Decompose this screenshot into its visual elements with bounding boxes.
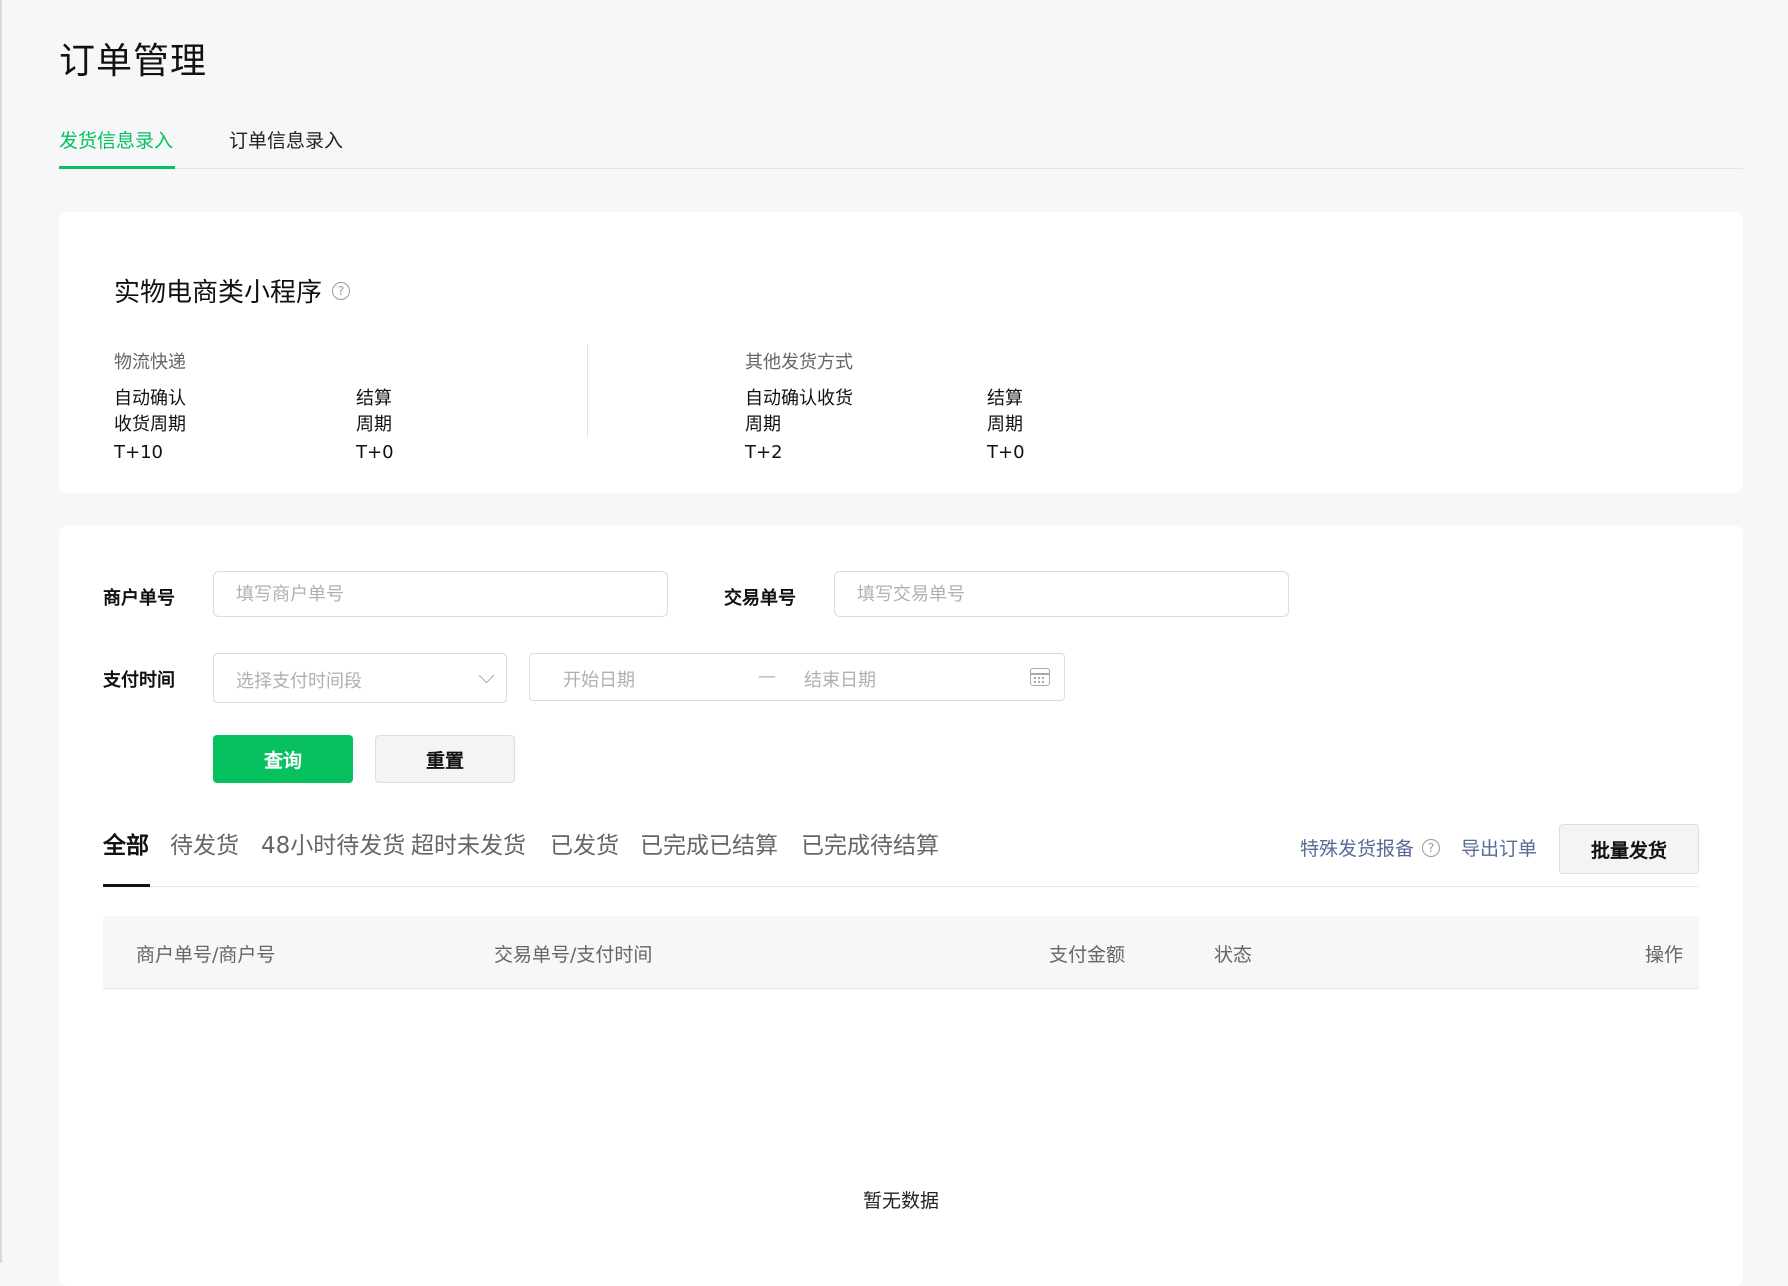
status-tab-shipped[interactable]: 已发货 [550,826,619,860]
metric-value: T+0 [987,442,1025,463]
metric-auto-confirm: 自动确认收货周期 T+2 [745,384,853,463]
metric-label: 结算周期 [356,388,392,435]
metric-label: 自动确认收货周期 [114,388,186,435]
group-label: 物流快递 [114,352,186,373]
status-tab-bar: 全部 待发货 48小时待发货 超时未发货 已发货 已完成已结算 已完成待结算 [103,826,1699,887]
batch-ship-button[interactable]: 批量发货 [1559,824,1699,874]
info-card-title: 实物电商类小程序 ? [114,272,351,309]
question-circle-icon[interactable]: ? [332,281,351,300]
query-button[interactable]: 查询 [213,735,353,783]
group-label: 其他发货方式 [745,352,853,373]
group-other-shipping: 其他发货方式 自动确认收货周期 T+2 结算周期 T+0 [745,348,1025,463]
pay-time-label: 支付时间 [103,670,175,691]
status-tab-completed-settled[interactable]: 已完成已结算 [640,826,778,860]
status-tab-all[interactable]: 全部 [103,826,149,860]
pay-time-select[interactable]: 选择支付时间段 [213,653,507,703]
status-tab-pending[interactable]: 待发货 [170,826,239,860]
metric-value: T+0 [356,442,394,463]
special-report-link[interactable]: 特殊发货报备 ? [1300,834,1441,861]
table-header: 商户单号/商户号 交易单号/支付时间 支付金额 状态 操作 [103,916,1699,989]
merchant-no-label: 商户单号 [103,588,175,609]
active-status-indicator [103,884,150,887]
top-tab-bar: 发货信息录入 订单信息录入 [59,112,1743,169]
status-tab-overdue[interactable]: 超时未发货 [411,826,526,860]
question-circle-icon[interactable]: ? [1422,838,1441,857]
metric-value: T+10 [114,442,163,463]
column-header-amount: 支付金额 [1049,944,1126,966]
start-date-input[interactable]: 开始日期 [563,666,635,692]
trade-no-label: 交易单号 [724,588,796,609]
empty-state-text: 暂无数据 [862,1190,939,1212]
chevron-down-icon [478,667,495,684]
status-tab-48h-pending[interactable]: 48小时待发货 [261,826,405,860]
column-header-actions: 操作 [1645,944,1684,966]
group-logistics: 物流快递 自动确认收货周期 T+10 结算周期 T+0 [114,348,394,463]
page-title: 订单管理 [59,41,208,82]
metric-auto-confirm: 自动确认收货周期 T+10 [114,384,186,463]
export-orders-link[interactable]: 导出订单 [1461,834,1537,861]
date-range-separator: — [758,666,776,687]
tab-order-info-entry[interactable]: 订单信息录入 [229,126,343,153]
end-date-input[interactable]: 结束日期 [804,666,876,692]
metric-label: 自动确认收货周期 [745,388,853,435]
column-header-status: 状态 [1214,944,1253,966]
group-divider [587,344,588,438]
trade-no-input[interactable] [834,571,1289,617]
merchant-info-card: 实物电商类小程序 ? 物流快递 自动确认收货周期 T+10 结算周期 T+0 其… [59,212,1743,493]
status-tab-completed-unsettled[interactable]: 已完成待结算 [801,826,939,860]
window-edge [0,0,2,1263]
date-range-picker[interactable]: 开始日期 — 结束日期 [529,653,1065,701]
pay-time-select-value: 选择支付时间段 [236,671,362,692]
active-tab-indicator [59,166,175,169]
reset-button[interactable]: 重置 [375,735,515,783]
metric-settlement: 结算周期 T+0 [987,384,1025,463]
column-header-merchant: 商户单号/商户号 [136,944,276,966]
merchant-no-input[interactable] [213,571,668,617]
info-card-title-text: 实物电商类小程序 [114,278,323,308]
column-header-trade: 交易单号/支付时间 [494,944,653,966]
metric-settlement: 结算周期 T+0 [356,384,394,463]
tab-shipping-info-entry[interactable]: 发货信息录入 [59,126,173,153]
special-report-label: 特殊发货报备 [1300,838,1415,860]
calendar-icon[interactable] [1030,668,1050,686]
metric-value: T+2 [745,442,783,463]
metric-label: 结算周期 [987,388,1023,435]
order-list-card: 商户单号 交易单号 支付时间 选择支付时间段 开始日期 — 结束日期 查询 重置… [59,526,1743,1286]
